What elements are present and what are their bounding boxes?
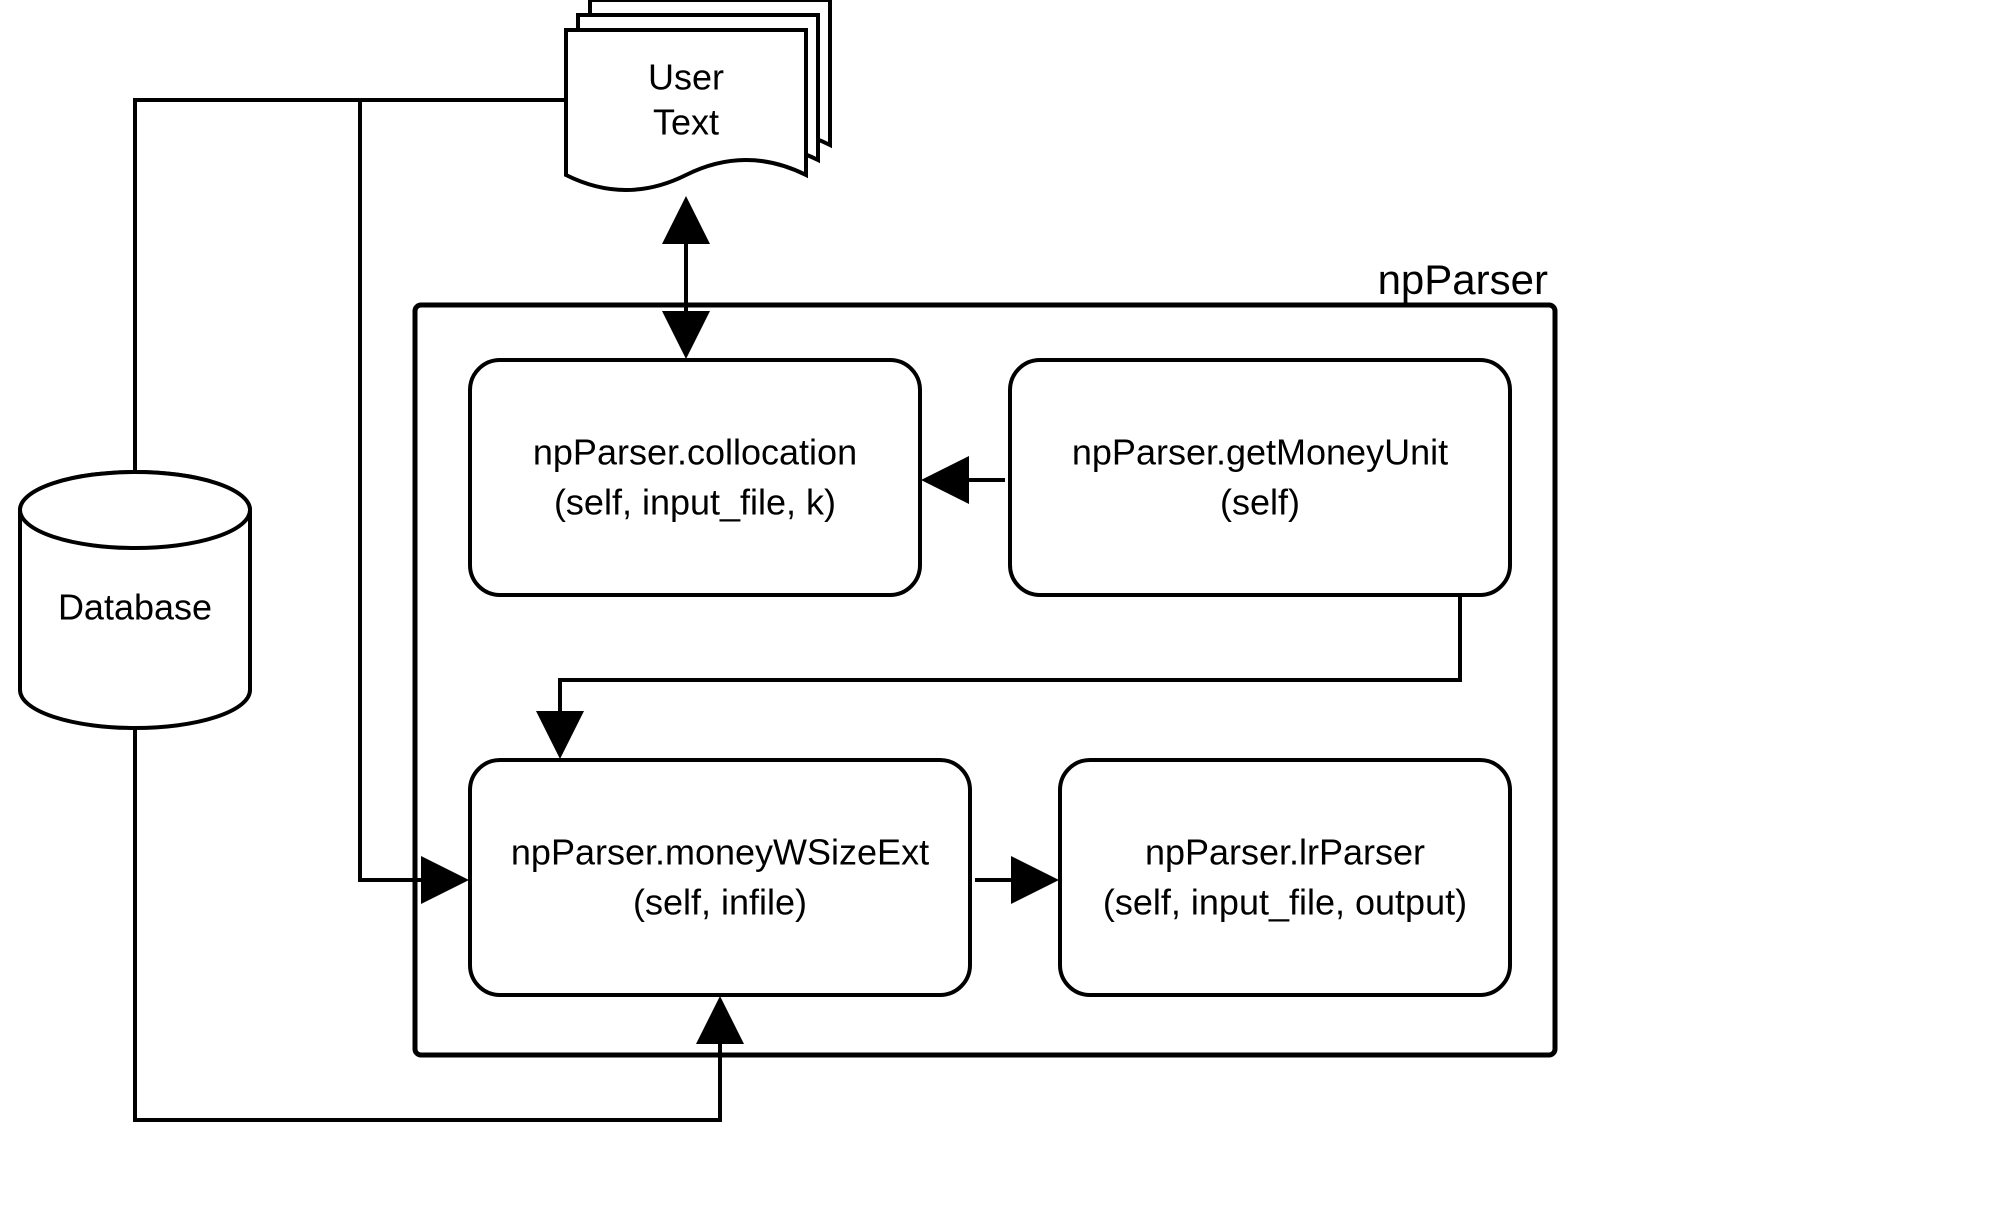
- getmoneyunit-line2: (self): [1220, 482, 1300, 523]
- moneywsizeext-node: npParser.moneyWSizeExt (self, infile): [470, 760, 970, 995]
- user-text-node: User Text: [566, 0, 830, 190]
- collocation-line1: npParser.collocation: [533, 432, 857, 473]
- lrparser-node: npParser.lrParser (self, input_file, out…: [1060, 760, 1510, 995]
- lrparser-line2: (self, input_file, output): [1103, 882, 1467, 923]
- database-label: Database: [58, 587, 212, 628]
- user-text-line2: Text: [653, 102, 719, 143]
- collocation-node: npParser.collocation (self, input_file, …: [470, 360, 920, 595]
- getmoneyunit-line1: npParser.getMoneyUnit: [1072, 432, 1448, 473]
- moneywsizeext-line1: npParser.moneyWSizeExt: [511, 832, 929, 873]
- diagram-canvas: Database User Text npParser npParser.col…: [0, 0, 2000, 1209]
- database-node: Database: [20, 472, 250, 728]
- lrparser-line1: npParser.lrParser: [1145, 832, 1425, 873]
- npparser-title: npParser: [1378, 256, 1548, 303]
- collocation-line2: (self, input_file, k): [554, 482, 836, 523]
- user-text-line1: User: [648, 57, 724, 98]
- arrow-getmoneyunit-moneywsizeext: [560, 595, 1460, 755]
- moneywsizeext-line2: (self, infile): [633, 882, 807, 923]
- getmoneyunit-node: npParser.getMoneyUnit (self): [1010, 360, 1510, 595]
